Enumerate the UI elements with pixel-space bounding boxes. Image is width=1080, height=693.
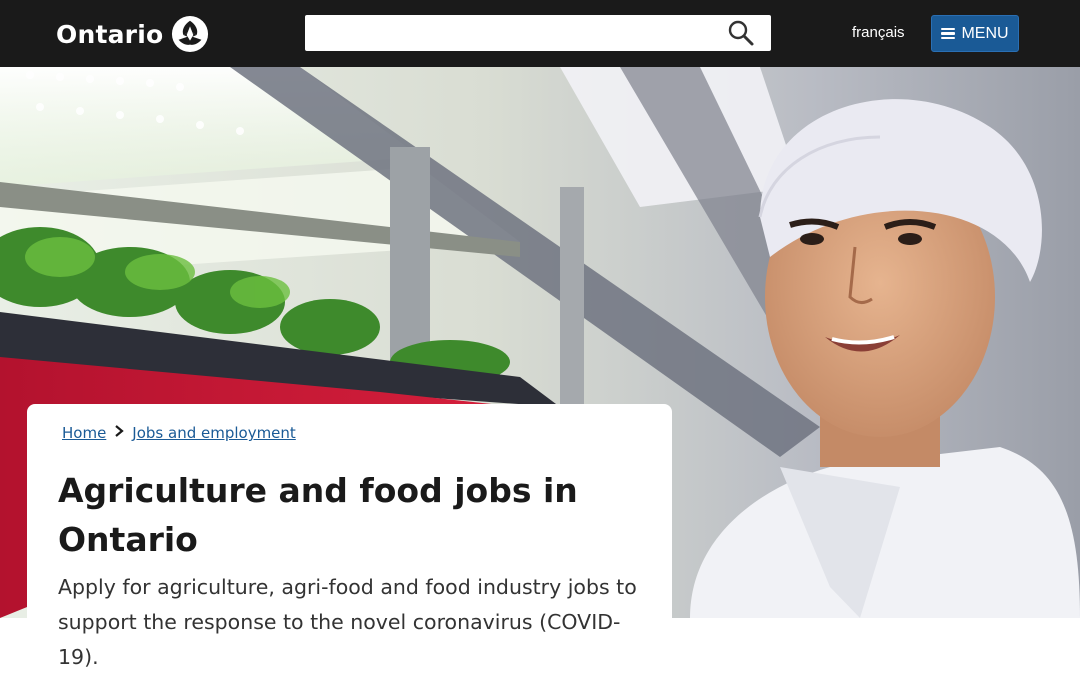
site-header: Ontario français MENU [0, 0, 1080, 67]
menu-button[interactable]: MENU [931, 15, 1019, 52]
search-button[interactable] [721, 18, 761, 48]
breadcrumb: Home Jobs and employment [62, 424, 296, 442]
ontario-trillium-icon [172, 15, 209, 53]
page-title: Agriculture and food jobs in Ontario [58, 471, 578, 559]
ontario-logo[interactable]: Ontario [56, 14, 209, 54]
menu-button-label: MENU [961, 24, 1009, 42]
page-lead-text: Apply for agriculture, agri-food and foo… [58, 575, 637, 669]
search-box [305, 15, 771, 51]
breadcrumb-jobs-employment-link[interactable]: Jobs and employment [132, 424, 296, 442]
hamburger-icon [941, 27, 956, 40]
search-input[interactable] [305, 15, 715, 51]
language-toggle-link[interactable]: français [852, 24, 905, 41]
logo-text: Ontario [56, 19, 164, 49]
search-icon [728, 20, 754, 46]
breadcrumb-home-link[interactable]: Home [62, 424, 106, 442]
chevron-right-icon [114, 424, 125, 442]
page-intro-card: Home Jobs and employment Agriculture and… [27, 404, 672, 693]
